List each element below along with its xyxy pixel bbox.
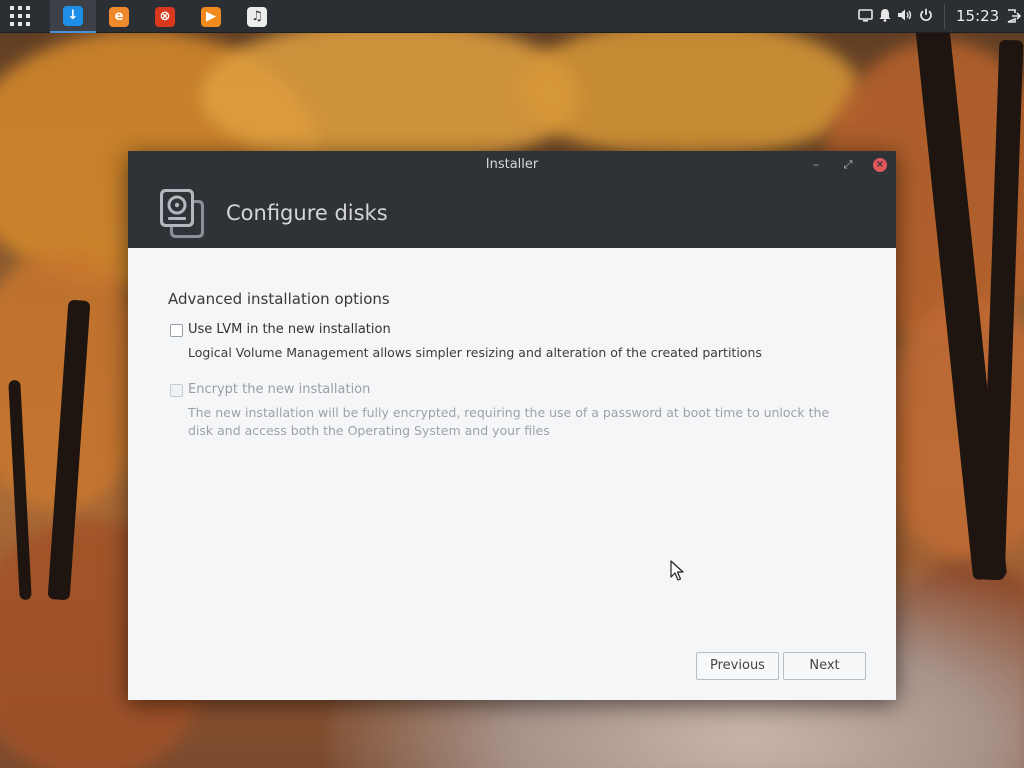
maximize-button[interactable]: ⤢: [841, 158, 855, 172]
music-task[interactable]: ♫: [234, 0, 280, 33]
power-icon[interactable]: [919, 8, 933, 25]
tray-separator: [944, 4, 945, 29]
page-title: Configure disks: [226, 201, 388, 225]
display-icon[interactable]: [858, 8, 873, 25]
page-header: Configure disks: [128, 179, 896, 248]
mouse-cursor-icon: [670, 560, 684, 581]
volume-icon[interactable]: [897, 8, 913, 25]
logout-icon[interactable]: [1007, 9, 1022, 26]
window-titlebar[interactable]: Installer – ⤢ ×: [128, 151, 896, 179]
settings-task[interactable]: ⊗: [142, 0, 188, 33]
bell-icon[interactable]: [879, 8, 891, 25]
lvm-checkbox[interactable]: [170, 324, 183, 337]
encrypt-label: Encrypt the new installation: [188, 382, 371, 397]
system-tray: [855, 0, 936, 33]
window-title: Installer: [485, 157, 539, 172]
section-title: Advanced installation options: [168, 290, 390, 308]
installer-window: Installer – ⤢ × Configure disks Advanced…: [128, 151, 896, 700]
media-player-task[interactable]: ▶: [188, 0, 234, 33]
browser-task-icon: e: [109, 6, 129, 27]
lvm-description: Logical Volume Management allows simpler…: [188, 345, 762, 360]
media-player-task-icon: ▶: [201, 6, 221, 27]
browser-task[interactable]: e: [96, 0, 142, 33]
clock[interactable]: 15:23: [956, 0, 999, 33]
encrypt-checkbox: [170, 384, 183, 397]
previous-button[interactable]: Previous: [696, 652, 779, 680]
minimize-button[interactable]: –: [809, 158, 823, 172]
settings-task-icon: ⊗: [155, 6, 175, 27]
music-task-icon: ♫: [247, 6, 267, 27]
next-button[interactable]: Next: [783, 652, 866, 680]
lvm-label[interactable]: Use LVM in the new installation: [188, 322, 391, 337]
app-launcher-grid-icon[interactable]: [10, 6, 32, 28]
close-button[interactable]: ×: [873, 158, 887, 172]
content-area: Advanced installation options Use LVM in…: [128, 248, 896, 700]
desktop: 15:23 ↓ e ⊗ ▶ ♫ Installer – ⤢ × Configure di…: [0, 0, 1024, 768]
top-panel: 15:23 ↓ e ⊗ ▶ ♫: [0, 0, 1024, 33]
encrypt-description: The new installation will be fully encry…: [188, 405, 830, 438]
installer-task-icon: ↓: [63, 5, 83, 26]
disk-icon: [160, 189, 204, 238]
installer-task[interactable]: ↓: [50, 0, 96, 33]
